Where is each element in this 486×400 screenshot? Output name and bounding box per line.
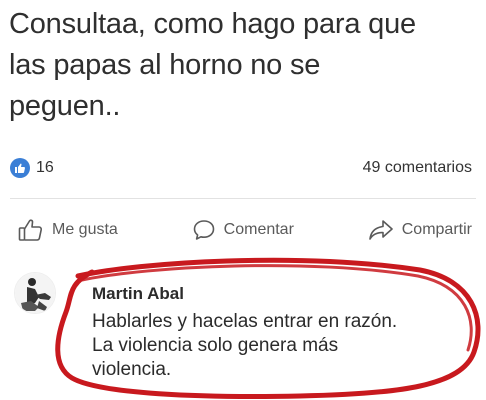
share-arrow-icon bbox=[368, 218, 394, 242]
thumbs-up-icon bbox=[10, 158, 30, 178]
speech-bubble-icon bbox=[192, 218, 216, 242]
share-button-label: Compartir bbox=[401, 221, 472, 238]
like-button[interactable]: Me gusta bbox=[18, 218, 118, 242]
post-text-line: las papas al horno no se bbox=[9, 49, 321, 81]
avatar[interactable] bbox=[14, 272, 56, 314]
comment-body-line: La violencia solo genera más bbox=[92, 335, 339, 356]
post-text-line: peguen.. bbox=[9, 90, 121, 122]
divider bbox=[10, 198, 476, 199]
post-text-line: Consultaa, como hago para que bbox=[9, 8, 416, 40]
comment-author[interactable]: Martin Abal bbox=[92, 284, 184, 304]
like-button-label: Me gusta bbox=[52, 221, 118, 238]
comments-count[interactable]: 49 comentarios bbox=[363, 159, 472, 177]
share-button[interactable]: Compartir bbox=[368, 218, 472, 242]
post-text: Consultaa, como hago para que las papas … bbox=[9, 4, 479, 127]
thumbs-up-outline-icon bbox=[18, 218, 44, 242]
comment-body-line: Hablarles y hacelas entrar en razón. bbox=[92, 311, 398, 332]
comment-button[interactable]: Comentar bbox=[192, 218, 294, 242]
comment-button-label: Comentar bbox=[223, 221, 294, 238]
comment-body-line: violencia. bbox=[92, 359, 172, 380]
post-stats: 16 49 comentarios bbox=[10, 156, 472, 180]
comment-body: Hablarles y hacelas entrar en razón. La … bbox=[92, 310, 472, 382]
post-actions: Me gusta Comentar Compartir bbox=[18, 215, 472, 245]
reactions-summary[interactable]: 16 bbox=[10, 158, 54, 178]
likes-count: 16 bbox=[36, 159, 54, 176]
